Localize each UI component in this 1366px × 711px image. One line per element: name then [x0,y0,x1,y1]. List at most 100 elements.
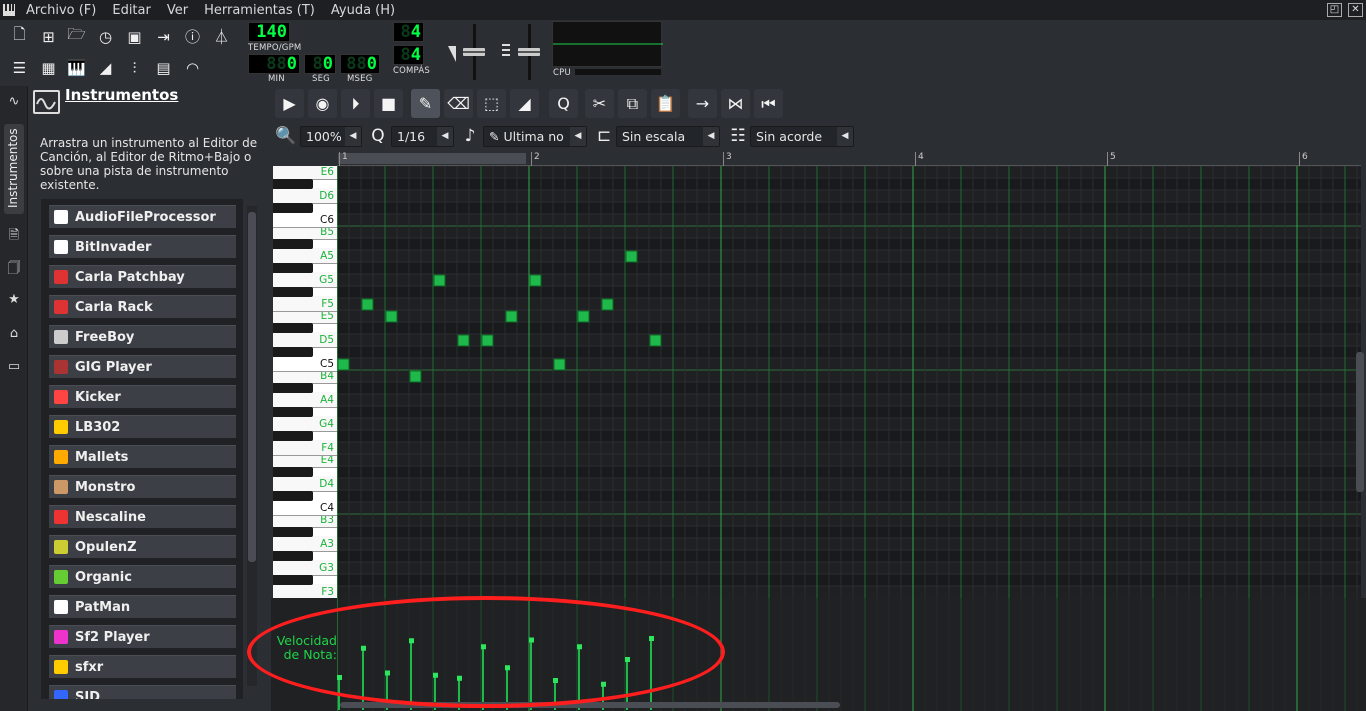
draw-mode-icon[interactable]: ✎ [411,89,440,118]
black-key[interactable] [273,407,313,417]
black-key[interactable] [273,551,313,561]
restore-window-icon[interactable]: ◰ [1327,3,1342,17]
project-notes-icon[interactable]: ▤ [150,54,177,81]
black-key[interactable] [273,491,313,501]
my-projects-icon[interactable]: 🗎 [6,226,22,243]
instrument-item[interactable]: LB302 [49,415,236,438]
instrument-item[interactable]: Carla Patchbay [49,265,236,288]
black-key[interactable] [273,203,313,213]
master-volume-slider[interactable] [446,22,488,82]
velocity-handle[interactable] [553,678,558,683]
chord-combo[interactable]: Sin acorde ◀ [750,126,854,147]
instrument-item[interactable]: PatMan [49,595,236,618]
instrument-item[interactable]: Carla Rack [49,295,236,318]
timeline[interactable]: 1 2 3 4 5 6 [337,152,1361,166]
note[interactable] [601,298,614,311]
instrument-item[interactable]: sfxr [49,655,236,678]
note[interactable] [625,250,638,263]
piano-keyboard[interactable]: F3 G3 A3 B3 C4 D4 E4 F4 G4 A4 B4 C5 D5 E5 F5 G5 A5 B5 C6 D6… [273,166,337,598]
note[interactable] [409,370,422,383]
velocity-bar[interactable] [362,647,364,710]
white-key[interactable]: D5 [273,332,337,348]
velocity-handle[interactable] [457,675,462,681]
my-presets-icon[interactable]: ★ [6,292,22,308]
beat-editor-icon[interactable]: ▦ [35,54,62,81]
cut-icon[interactable]: ✂ [585,89,614,118]
note[interactable] [457,334,470,347]
note-length-combo[interactable]: ✎ Ultima no ◀ [483,126,587,147]
my-home-icon[interactable]: ⌂ [6,326,22,342]
note[interactable] [385,310,398,323]
computer-icon[interactable]: ▭ [6,359,22,375]
note[interactable] [529,274,542,287]
white-key[interactable]: A5 [273,248,337,264]
note[interactable] [361,298,374,311]
velocity-handle[interactable] [649,636,654,641]
waveform-tab-icon[interactable]: ∿ [6,94,22,110]
select-mode-icon[interactable]: ⬚ [477,89,506,118]
velocity-bar[interactable] [410,640,412,710]
stop-icon[interactable]: ■ [374,89,403,118]
note[interactable] [337,358,350,371]
instrument-item[interactable]: GIG Player [49,355,236,378]
export-icon[interactable]: ⇥ [150,23,177,50]
black-key[interactable] [273,383,313,393]
controller-rack-icon[interactable]: ◠ [179,54,206,81]
note[interactable] [481,334,494,347]
white-key[interactable]: C4 [273,500,337,516]
master-pitch-slider[interactable] [500,22,546,82]
white-key[interactable]: G4 [273,416,337,432]
my-samples-icon[interactable]: 🗍 [6,259,22,276]
instrument-item[interactable]: Monstro [49,475,236,498]
instrument-item[interactable]: Sf2 Player [49,625,236,648]
velocity-handle[interactable] [385,670,390,676]
white-key[interactable]: G3 [273,560,337,576]
velocity-bar[interactable] [650,638,652,710]
velocity-handle[interactable] [505,665,510,671]
velocity-handle[interactable] [337,675,342,680]
piano-roll-icon[interactable]: 🎹 [63,54,90,81]
white-key[interactable]: D4 [273,476,337,492]
save-project-icon[interactable]: ▣ [121,23,148,50]
rewind-icon[interactable]: ⋈ [721,89,750,118]
velocity-handle[interactable] [601,681,606,687]
velocity-bar[interactable] [530,639,532,711]
white-key[interactable]: E6 [273,166,337,180]
open-project-icon[interactable]: 🗁 [63,23,90,50]
instrument-item[interactable]: Mallets [49,445,236,468]
quantize-combo[interactable]: 1/16 ◀ [391,126,454,147]
white-key[interactable]: F5 [273,296,337,312]
white-key[interactable]: C5 [273,356,337,372]
piano-roll-vertical-scrollbar[interactable] [1356,352,1364,492]
velocity-handle[interactable] [625,657,630,662]
white-key[interactable]: A3 [273,536,337,552]
mixer-icon[interactable]: ⫶ [121,54,148,81]
instrument-item[interactable]: Nescaline [49,505,236,528]
black-key[interactable] [273,263,313,273]
menu-ayuda[interactable]: Ayuda (H) [323,3,403,18]
velocity-handle[interactable] [361,645,366,651]
note[interactable] [433,274,446,287]
note[interactable] [649,334,662,347]
velocity-bar[interactable] [482,646,484,710]
instrument-item[interactable]: BitInvader [49,235,236,258]
tempo-display[interactable]: 140 [248,22,290,42]
zoom-combo[interactable]: 100% ◀ [300,126,362,147]
paste-icon[interactable]: 📋 [651,89,680,118]
note-grid[interactable] [337,166,1361,598]
compas-numerator-display[interactable]: 84 [393,22,424,42]
menu-ver[interactable]: Ver [159,3,196,18]
white-key[interactable]: G5 [273,272,337,288]
play-icon[interactable]: ▶ [275,89,304,118]
black-key[interactable] [273,575,313,585]
black-key[interactable] [273,347,313,357]
scale-combo[interactable]: Sin escala ◀ [616,126,720,147]
quantize-icon[interactable]: Q [549,89,578,118]
new-project-icon[interactable]: 🗋 [6,23,33,50]
note[interactable] [553,358,566,371]
instrument-list-scrollbar[interactable] [247,206,257,686]
velocity-handle[interactable] [529,637,534,643]
white-key[interactable]: D6 [273,188,337,204]
instrument-item[interactable]: Organic [49,565,236,588]
white-key[interactable]: C6 [273,212,337,228]
